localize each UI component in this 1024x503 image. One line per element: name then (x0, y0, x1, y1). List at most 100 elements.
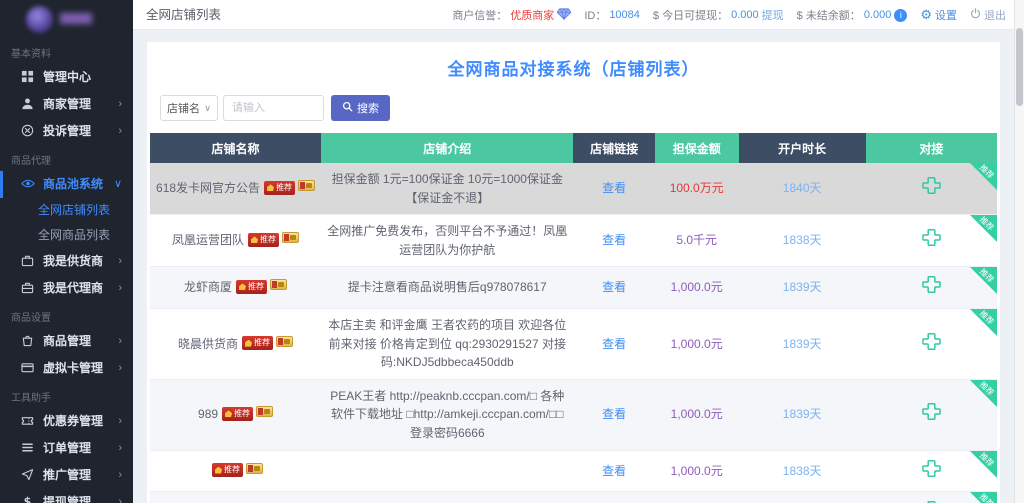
logout-button[interactable]: 退出 (984, 7, 1006, 23)
sidebar-section-tools: 工具助手 (0, 382, 133, 408)
recommend-badge-icon: 推荐 (248, 233, 279, 247)
deposit-amount: 100.0万元 (655, 163, 739, 215)
search-input[interactable] (223, 95, 324, 121)
withdrawable-value: 0.000 (731, 9, 759, 21)
power-icon[interactable] (970, 8, 981, 22)
view-link[interactable]: 查看 (602, 181, 626, 195)
connect-plus-button[interactable] (921, 175, 942, 202)
connect-plus-button[interactable] (921, 401, 942, 428)
sidebar-item-promotion-mgmt[interactable]: 推广管理 › (0, 462, 133, 489)
account-age: 1839天 (739, 379, 866, 450)
chevron-right-icon: › (118, 408, 122, 435)
table-row: 推荐 查看 1,000.0元 1838天 推荐 (150, 450, 997, 492)
thumbs-up-icon (267, 184, 274, 191)
sidebar-item-supplier[interactable]: 我是供货商 › (0, 248, 133, 275)
chevron-right-icon: › (118, 248, 122, 275)
gold-medal-badge-icon (256, 406, 273, 417)
account-age: 1840天 (739, 163, 866, 215)
view-link[interactable]: 查看 (602, 280, 626, 294)
sidebar-item-virtual-card-mgmt[interactable]: 虚拟卡管理 › (0, 355, 133, 382)
recommend-badge-icon: 推荐 (264, 181, 295, 195)
promo-icon (20, 462, 35, 489)
connect-plus-button[interactable] (921, 274, 942, 301)
chevron-right-icon: › (118, 462, 122, 489)
account-age: 1839天 (739, 267, 866, 309)
deposit-amount: 1,000.0元 (655, 379, 739, 450)
recommend-badge-icon: 推荐 (212, 463, 243, 477)
sidebar-item-admin-center[interactable]: 管理中心 (0, 64, 133, 91)
sidebar-item-order-mgmt[interactable]: 订单管理 › (0, 435, 133, 462)
table-row: 618发卡网官方公告推荐 担保金额 1元=100保证金 10元=1000保证金 … (150, 163, 997, 215)
sidebar-item-merchant-mgmt[interactable]: 商家管理 › (0, 91, 133, 118)
table-row: 989推荐 PEAK王者 http://peaknb.cccpan.com/□ … (150, 379, 997, 450)
credit-value: 优质商家 (510, 7, 554, 23)
table-row: 晓晨供货商推荐 本店主卖 和评金鹰 王者农药的项目 欢迎各位前来对接 价格肯定到… (150, 308, 997, 379)
chevron-right-icon: › (118, 275, 122, 302)
gold-medal-badge-icon (298, 180, 315, 191)
sidebar-item-product-mgmt[interactable]: 商品管理 › (0, 328, 133, 355)
info-icon[interactable]: i (894, 9, 907, 22)
connect-plus-button[interactable] (921, 227, 942, 254)
account-age: 1838天 (739, 450, 866, 492)
view-link[interactable]: 查看 (602, 407, 626, 421)
connect-plus-button[interactable] (921, 458, 942, 485)
shop-intro (321, 492, 573, 503)
view-link[interactable]: 查看 (602, 337, 626, 351)
account-age: 1838天 (739, 215, 866, 267)
logo-image-blurred (26, 6, 53, 33)
shop-intro: 全网推广免费发布，否则平台不予通过！凤凰运营团队为你护航 (321, 215, 573, 267)
col-deposit: 担保金额 (655, 133, 739, 163)
connect-plus-button[interactable] (921, 499, 942, 503)
thumbs-up-icon (215, 467, 222, 474)
page-scrollbar (1014, 0, 1024, 503)
gold-medal-badge-icon (246, 463, 263, 474)
chevron-down-icon: ∨ (204, 103, 211, 114)
credit-label: 商户信誉： (452, 7, 507, 23)
sidebar-item-agent[interactable]: 我是代理商 › (0, 275, 133, 302)
search-field-select[interactable]: 店铺名 ∨ (160, 95, 218, 121)
recommend-badge-icon: 推荐 (222, 407, 253, 421)
pool-icon (20, 171, 35, 198)
app-logo (0, 0, 133, 38)
dollar-icon: $ (20, 489, 35, 503)
view-link[interactable]: 查看 (602, 464, 626, 478)
merchant-id-label: ID： (584, 7, 606, 23)
deposit-amount: 1,000.0元 (655, 308, 739, 379)
withdraw-link[interactable]: 提现 (762, 7, 784, 23)
shop-name: 989 (198, 407, 218, 421)
balance-value: 0.000 (864, 9, 892, 21)
page: 基本资料 管理中心 商家管理 › 投诉管理 › 商品代理 商品池系统 ∨ 全网店… (0, 0, 1024, 503)
gear-icon[interactable]: ⚙ (920, 7, 932, 23)
sidebar-subitem-goods-list[interactable]: 全网商品列表 (0, 223, 133, 248)
sidebar-item-coupon-mgmt[interactable]: 优惠券管理 › (0, 408, 133, 435)
sidebar-item-product-pool[interactable]: 商品池系统 ∨ (0, 171, 133, 198)
col-shop-name: 店铺名称 (150, 133, 321, 163)
sidebar-subitem-shop-list[interactable]: 全网店铺列表 (0, 198, 133, 223)
scrollbar-thumb[interactable] (1016, 28, 1023, 106)
account-age: 1839天 (739, 492, 866, 503)
col-account-age: 开户时长 (739, 133, 866, 163)
table-header-row: 店铺名称 店铺介绍 店铺链接 担保金额 开户时长 对接 (150, 133, 997, 163)
shop-name: 618发卡网官方公告 (156, 181, 260, 195)
connect-plus-button[interactable] (921, 331, 942, 358)
shop-table: 店铺名称 店铺介绍 店铺链接 担保金额 开户时长 对接 618发卡网官方公告推荐… (150, 133, 997, 503)
shop-intro: 担保金额 1元=100保证金 10元=1000保证金 【保证金不退】 (321, 163, 573, 215)
settings-button[interactable]: 设置 (935, 7, 957, 23)
col-shop-link: 店铺链接 (573, 133, 654, 163)
view-link[interactable]: 查看 (602, 233, 626, 247)
gold-medal-badge-icon (270, 279, 287, 290)
sidebar-item-complaint-mgmt[interactable]: 投诉管理 › (0, 118, 133, 145)
sidebar-section-basic: 基本资料 (0, 38, 133, 64)
thumbs-up-icon (245, 340, 252, 347)
sidebar-item-withdraw-mgmt[interactable]: $提现管理 › (0, 489, 133, 503)
table-row: 龙虾商厦推荐 提卡注意看商品说明售后q978078617 查看 1,000.0元… (150, 267, 997, 309)
shop-intro: 本店主卖 和评金鹰 王者农药的项目 欢迎各位前来对接 价格肯定到位 qq:293… (321, 308, 573, 379)
deposit-amount: 5.0千元 (655, 215, 739, 267)
sidebar: 基本资料 管理中心 商家管理 › 投诉管理 › 商品代理 商品池系统 ∨ 全网店… (0, 0, 133, 503)
page-title: 全网商品对接系统（店铺列表） (150, 42, 997, 80)
table-row: 推荐 查看 1,000.0元 1839天 推荐 (150, 492, 997, 503)
shop-intro (321, 450, 573, 492)
agent-icon (20, 275, 35, 302)
search-button[interactable]: 搜索 (331, 95, 390, 121)
sidebar-section-agency: 商品代理 (0, 145, 133, 171)
